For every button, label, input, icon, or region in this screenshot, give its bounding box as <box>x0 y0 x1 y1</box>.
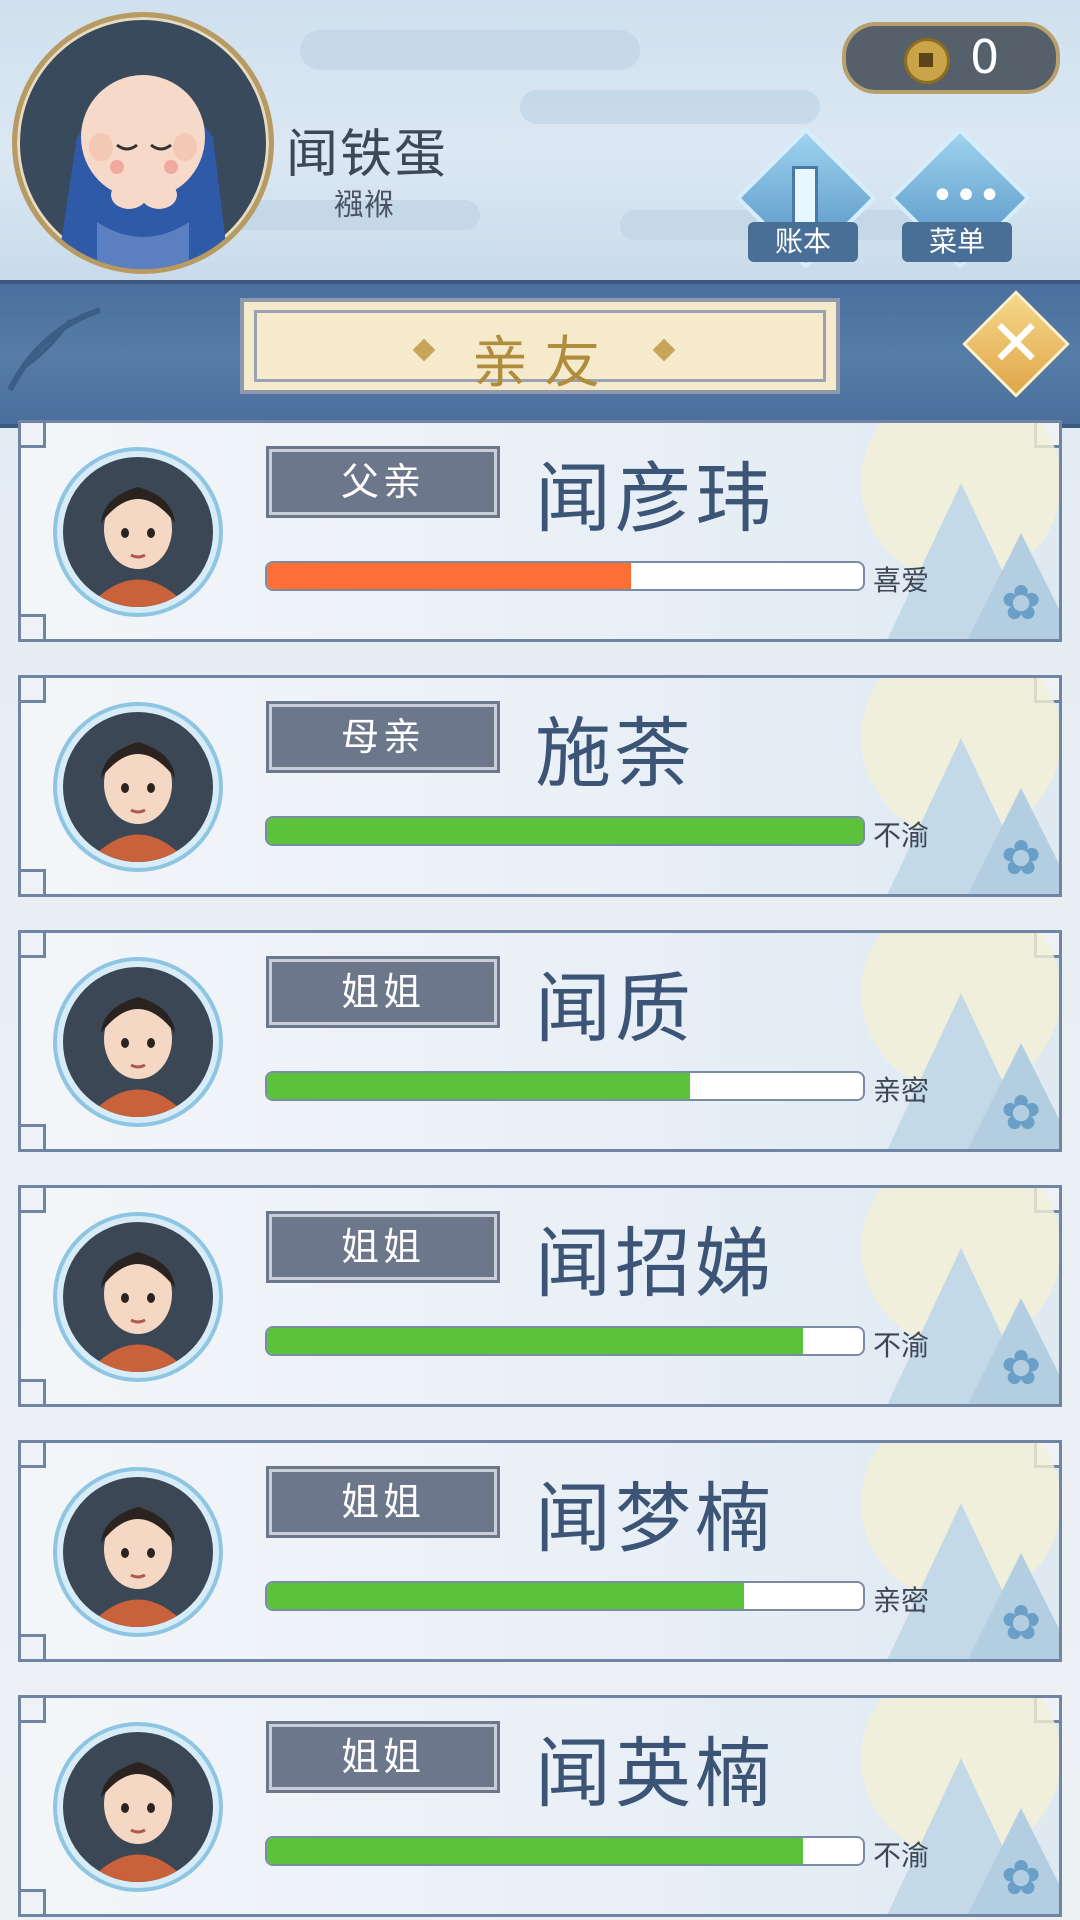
character-portrait-icon <box>88 1762 188 1882</box>
relative-portrait <box>57 706 219 868</box>
affinity-bar-fill <box>267 563 631 589</box>
bamboo-leaf-icon <box>7 307 101 392</box>
close-icon[interactable]: ✕ <box>978 306 1054 382</box>
relation-label: 姐姐 <box>266 956 500 1028</box>
affinity-bar-fill <box>267 1328 804 1354</box>
affinity-bar <box>265 1326 865 1356</box>
mood-label: 亲密 <box>873 1074 930 1107</box>
relative-name: 闻英楠 <box>535 1729 775 1818</box>
relative-name: 闻梦楠 <box>535 1474 775 1563</box>
affinity-bar <box>265 1071 865 1101</box>
mood-label: 喜爱 <box>873 564 930 597</box>
mood-label: 亲密 <box>873 1584 930 1617</box>
relation-label: 姐姐 <box>266 1466 500 1538</box>
header: 闻铁蛋 襁褓 0 账本 ••• 菜单 <box>0 0 1080 280</box>
character-portrait-icon <box>88 742 188 862</box>
plum-flower-icon: ✿ <box>1001 1850 1042 1906</box>
character-portrait-icon <box>88 1252 188 1372</box>
plum-flower-icon: ✿ <box>1001 1340 1042 1396</box>
relative-portrait <box>57 1471 219 1633</box>
mood-label: 不渝 <box>873 1839 930 1872</box>
baby-portrait-icon <box>57 75 229 269</box>
relative-name: 施荼 <box>535 709 695 798</box>
player-age-stage: 襁褓 <box>334 188 394 223</box>
character-portrait-icon <box>88 487 188 607</box>
affinity-bar-fill <box>267 1073 691 1099</box>
relative-portrait <box>57 1726 219 1888</box>
relative-card[interactable]: ✿ 母亲 施荼不渝 <box>18 675 1062 897</box>
banner-plaque: 亲友 <box>240 298 840 396</box>
relation-label: 姐姐 <box>266 1211 500 1283</box>
coin-value: 0 <box>970 30 1000 84</box>
plum-flower-icon: ✿ <box>1001 830 1042 886</box>
relative-portrait <box>57 961 219 1123</box>
relative-card[interactable]: ✿ 姐姐 闻英楠不渝 <box>18 1695 1062 1917</box>
page-title: 亲友 <box>472 331 616 396</box>
affinity-bar-fill <box>267 818 863 844</box>
affinity-bar-fill <box>267 1583 744 1609</box>
plum-flower-icon: ✿ <box>1001 1595 1042 1651</box>
relation-label: 父亲 <box>266 446 500 518</box>
coin-counter: 0 <box>842 22 1060 94</box>
relatives-list: ✿ 父亲 闻彦玮 喜爱 ✿ 母亲 施荼 不渝 ✿ 姐姐 闻质 亲密 ✿ 姐姐 闻招娣 不渝 ✿ 姐姐 闻梦楠 亲密 ✿ 姐… <box>0 420 1080 1920</box>
relative-card[interactable]: ✿ 姐姐 闻招娣不渝 <box>18 1185 1062 1407</box>
relative-card[interactable]: ✿ 姐姐 闻梦楠亲密 <box>18 1440 1062 1662</box>
relative-name: 闻彦玮 <box>535 454 775 543</box>
relative-portrait <box>57 1216 219 1378</box>
mood-label: 不渝 <box>873 1329 930 1362</box>
relative-name: 闻质 <box>535 964 695 1053</box>
plum-flower-icon: ✿ <box>1001 575 1042 631</box>
relative-portrait <box>57 451 219 613</box>
relation-label: 姐姐 <box>266 1721 500 1793</box>
character-portrait-icon <box>88 1507 188 1627</box>
mood-label: 不渝 <box>873 819 930 852</box>
affinity-bar-fill <box>267 1838 804 1864</box>
affinity-bar <box>265 561 865 591</box>
ledger-book-icon <box>792 166 818 230</box>
player-avatar[interactable] <box>12 12 274 274</box>
more-dots-icon: ••• <box>930 173 1002 219</box>
copper-coin-icon <box>904 38 950 84</box>
affinity-bar <box>265 1581 865 1611</box>
relative-name: 闻招娣 <box>535 1219 775 1308</box>
relative-card[interactable]: ✿ 姐姐 闻质亲密 <box>18 930 1062 1152</box>
player-name: 闻铁蛋 <box>286 125 449 185</box>
relative-card[interactable]: ✿ 父亲 闻彦玮喜爱 <box>18 420 1062 642</box>
character-portrait-icon <box>88 997 188 1117</box>
ledger-label[interactable]: 账本 <box>748 222 858 262</box>
menu-label[interactable]: 菜单 <box>902 222 1012 262</box>
affinity-bar <box>265 816 865 846</box>
affinity-bar <box>265 1836 865 1866</box>
relation-label: 母亲 <box>266 701 500 773</box>
plum-flower-icon: ✿ <box>1001 1085 1042 1141</box>
